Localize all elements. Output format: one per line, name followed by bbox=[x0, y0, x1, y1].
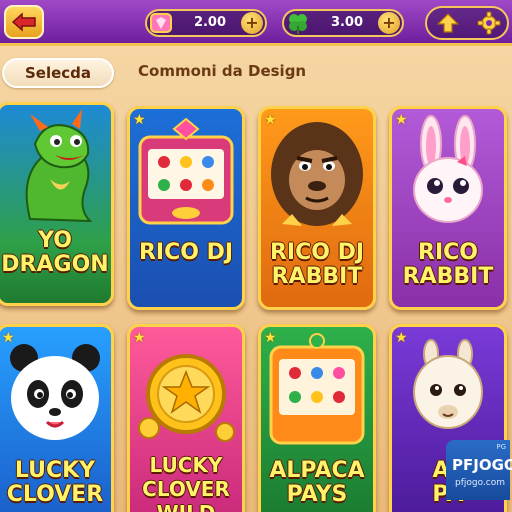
game-card-rico-rabbit[interactable]: ★ RICO RABBIT bbox=[389, 106, 507, 310]
settings-button[interactable] bbox=[475, 10, 503, 36]
tab-design[interactable]: Commoni da Design bbox=[138, 62, 306, 86]
add-gems-button[interactable]: + bbox=[241, 12, 263, 34]
game-title: ALPACA PAYS bbox=[269, 458, 365, 507]
game-grid: YO DRAGON ★ RICO DJ ★ RICO DJ RABBIT ★ R… bbox=[0, 102, 512, 512]
watermark-logo: PG PFJOGO pfjogo.com bbox=[446, 440, 512, 500]
panda-icon bbox=[0, 327, 111, 455]
game-title: RICO RABBIT bbox=[402, 240, 494, 289]
game-card-rico-dj-rabbit[interactable]: ★ RICO DJ RABBIT bbox=[258, 106, 376, 310]
tab-selecda[interactable]: Selecda bbox=[2, 58, 114, 88]
top-bar: 2.00 + 3.00 + bbox=[0, 0, 512, 46]
watermark-small: PG bbox=[496, 443, 506, 451]
clover-icon bbox=[286, 12, 310, 34]
watermark-brand: PFJOGO bbox=[452, 456, 512, 474]
clover-balance-value: 3.00 bbox=[330, 15, 364, 30]
add-clovers-button[interactable]: + bbox=[378, 12, 400, 34]
coin-icon bbox=[130, 327, 242, 455]
gem-balance-value: 2.00 bbox=[193, 15, 227, 30]
arrow-left-icon bbox=[11, 12, 36, 32]
arrow-up-icon bbox=[437, 13, 459, 33]
gem-icon bbox=[149, 12, 173, 34]
game-card-yo-dragon[interactable]: YO DRAGON bbox=[0, 102, 114, 306]
category-tabs: Selecda Commoni da Design bbox=[0, 56, 512, 90]
watermark-url: pfjogo.com bbox=[455, 478, 506, 488]
game-card-lucky-clover-panda[interactable]: ★ LUCKY CLOVER bbox=[0, 324, 114, 512]
slot-machine-icon bbox=[130, 109, 242, 237]
header-actions bbox=[425, 6, 509, 40]
game-card-alpaca-pays[interactable]: ★ ALPACA PAYS bbox=[258, 324, 376, 512]
gear-icon bbox=[477, 11, 501, 35]
gem-balance: 2.00 + bbox=[145, 9, 267, 37]
slot-machine-icon bbox=[261, 327, 373, 455]
clover-balance: 3.00 + bbox=[282, 9, 404, 37]
dragon-icon bbox=[0, 105, 111, 233]
alpaca-icon bbox=[392, 327, 504, 455]
level-up-button[interactable] bbox=[433, 11, 463, 35]
game-title: RICO DJ RABBIT bbox=[269, 240, 365, 289]
game-title: YO DRAGON bbox=[1, 228, 109, 277]
gorilla-icon bbox=[261, 109, 373, 237]
game-card-lucky-clover-wild[interactable]: ★ LUCKYCLOVER WILD bbox=[127, 324, 245, 512]
rabbit-icon bbox=[392, 109, 504, 237]
game-title: RICO DJ bbox=[138, 240, 234, 265]
game-card-rico-dj[interactable]: ★ RICO DJ bbox=[127, 106, 245, 310]
game-title: LUCKY CLOVER bbox=[6, 458, 104, 507]
game-title: LUCKYCLOVER WILD bbox=[142, 453, 230, 512]
back-button[interactable] bbox=[4, 5, 44, 39]
